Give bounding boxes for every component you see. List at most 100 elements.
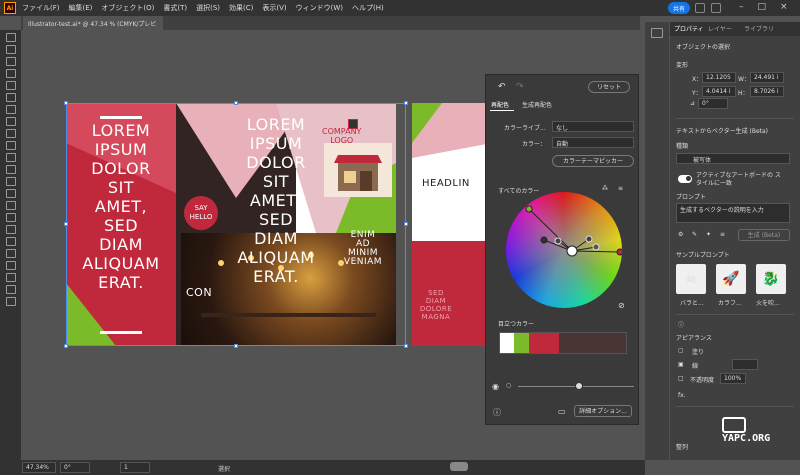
tab-libraries[interactable]: ライブラリ (744, 24, 774, 33)
sample-thumb-dragon[interactable]: 🐉 (756, 264, 786, 294)
type-select[interactable]: 被写体 (676, 153, 790, 164)
fx-button[interactable]: fx. (678, 392, 686, 399)
resize-handle[interactable] (404, 344, 408, 348)
stroke-swatch-icon[interactable]: ▣ (678, 361, 684, 368)
fill-stroke-icon[interactable] (6, 273, 16, 282)
blend-tool-icon[interactable] (6, 201, 16, 210)
eraser-tool-icon[interactable] (6, 129, 16, 138)
zoom-tool-icon[interactable] (6, 261, 16, 270)
text-to-vector-header[interactable]: テキストからベクター生成 (Beta) (676, 126, 768, 135)
share-button[interactable]: 共有 (668, 2, 690, 14)
artboard-nav-field[interactable]: 1 (120, 462, 150, 473)
tab-layers[interactable]: レイヤー (708, 24, 732, 33)
advanced-options-button[interactable]: 詳細オプション... (574, 405, 632, 417)
type-tool-icon[interactable] (6, 105, 16, 114)
comments-icon[interactable] (651, 28, 663, 38)
arrange-icon[interactable] (695, 3, 705, 13)
stroke-weight-field[interactable] (732, 359, 758, 370)
shape-builder-tool-icon[interactable] (6, 165, 16, 174)
resize-handle[interactable] (404, 222, 408, 226)
generate-button[interactable]: 生成 (Beta) (738, 229, 790, 241)
menu-help[interactable]: ヘルプ(H) (352, 3, 384, 13)
opacity-field[interactable]: 100% (720, 373, 746, 384)
undo-icon[interactable]: ↶ (498, 82, 506, 92)
settings-icon[interactable]: ≡ (720, 231, 725, 238)
rotate-tool-icon[interactable] (6, 141, 16, 150)
menu-view[interactable]: 表示(V) (262, 3, 286, 13)
resize-handle[interactable] (64, 101, 68, 105)
reference-icon[interactable]: ⚙ (678, 231, 683, 238)
menu-select[interactable]: 選択(S) (196, 3, 220, 13)
menu-effect[interactable]: 効果(C) (229, 3, 253, 13)
x-field[interactable]: 12.1205 (702, 72, 736, 83)
brightness-slider-knob[interactable] (575, 382, 583, 390)
angle-field[interactable]: 0° (698, 98, 728, 109)
gradient-tool-icon[interactable] (6, 177, 16, 186)
w-field[interactable]: 24.491 i (750, 72, 784, 83)
fill-swatch-icon[interactable]: ▢ (678, 347, 684, 354)
minimize-icon[interactable]: – (739, 2, 744, 12)
screen-mode-icon[interactable] (6, 297, 16, 306)
graph-tool-icon[interactable] (6, 225, 16, 234)
resize-handle[interactable] (64, 222, 68, 226)
info-icon[interactable]: ⓘ (678, 320, 684, 329)
pen-tool-icon[interactable] (6, 57, 16, 66)
menu-object[interactable]: オブジェクト(O) (101, 3, 154, 13)
h-field[interactable]: 8.7026 i (750, 86, 784, 97)
colors-select[interactable]: 自動 (552, 137, 634, 148)
tab-properties[interactable]: プロパティ (674, 24, 704, 33)
line-tool-icon[interactable] (6, 117, 16, 126)
artboard-brochure-back[interactable]: HEADLIN SED DIAM DOLORE MAGNA (412, 103, 492, 346)
symbol-tool-icon[interactable] (6, 213, 16, 222)
workspace-icon[interactable] (711, 3, 721, 13)
resize-handle[interactable] (404, 101, 408, 105)
menu-edit[interactable]: 編集(E) (69, 3, 93, 13)
color-wheel[interactable] (506, 192, 622, 308)
reset-button[interactable]: リセット (588, 81, 630, 93)
folder-icon[interactable]: ▭ (558, 407, 566, 416)
swatch-white[interactable] (500, 333, 514, 353)
color-library-select[interactable]: なし (552, 121, 634, 132)
horizontal-scrollbar[interactable] (450, 462, 468, 471)
color-mode-icon[interactable]: ◉ (492, 382, 499, 391)
maximize-icon[interactable]: □ (758, 2, 767, 12)
swatch-dark[interactable] (559, 333, 626, 353)
menu-file[interactable]: ファイル(F) (22, 3, 60, 13)
info-icon[interactable]: ⓘ (493, 407, 501, 418)
show-saturation-icon[interactable]: ≡ (618, 185, 623, 192)
selection-tool-icon[interactable] (6, 33, 16, 42)
tab-recolor[interactable]: 再配色 (491, 100, 509, 109)
swatch-red[interactable] (528, 333, 560, 353)
menu-window[interactable]: ウィンドウ(W) (296, 3, 343, 13)
document-tab[interactable]: Illustrator-test.ai* @ 47.34 % (CMYK/プレビ… (23, 16, 163, 37)
y-field[interactable]: 4.0414 i (702, 86, 736, 97)
menu-type[interactable]: 書式(T) (163, 3, 187, 13)
match-style-toggle[interactable] (678, 175, 692, 183)
prominent-colors-strip[interactable] (499, 332, 627, 354)
sample-thumb-rocket[interactable]: 🚀 (716, 264, 746, 294)
resize-handle[interactable] (234, 344, 238, 348)
sample-thumb-skull[interactable]: ☠ (676, 264, 706, 294)
resize-handle[interactable] (64, 344, 68, 348)
link-harmony-icon[interactable]: ⁂ (602, 185, 608, 192)
paint-icon[interactable]: ✎ (692, 231, 697, 238)
scale-tool-icon[interactable] (6, 153, 16, 162)
direct-selection-tool-icon[interactable] (6, 45, 16, 54)
redo-icon[interactable]: ↷ (516, 82, 524, 92)
resize-handle[interactable] (234, 101, 238, 105)
hand-tool-icon[interactable] (6, 249, 16, 258)
eyedropper-tool-icon[interactable] (6, 189, 16, 198)
prompt-input[interactable]: 生成するベクターの説明を入力 (676, 203, 790, 223)
artboard-tool-icon[interactable] (6, 237, 16, 246)
tab-generative-recolor[interactable]: 生成再配色 (522, 100, 552, 109)
close-window-icon[interactable]: × (780, 2, 788, 12)
zoom-field[interactable]: 47.34% (22, 462, 56, 473)
swatch-green[interactable] (513, 333, 529, 353)
color-theme-picker-button[interactable]: カラーテーマピッカー (552, 155, 634, 167)
brush-tool-icon[interactable] (6, 93, 16, 102)
rectangle-tool-icon[interactable] (6, 81, 16, 90)
curvature-tool-icon[interactable] (6, 69, 16, 78)
selection-bounding-box[interactable] (66, 103, 406, 346)
lock-harmony-icon[interactable]: ⊘ (618, 301, 625, 310)
effects-icon[interactable]: ✦ (706, 231, 711, 238)
